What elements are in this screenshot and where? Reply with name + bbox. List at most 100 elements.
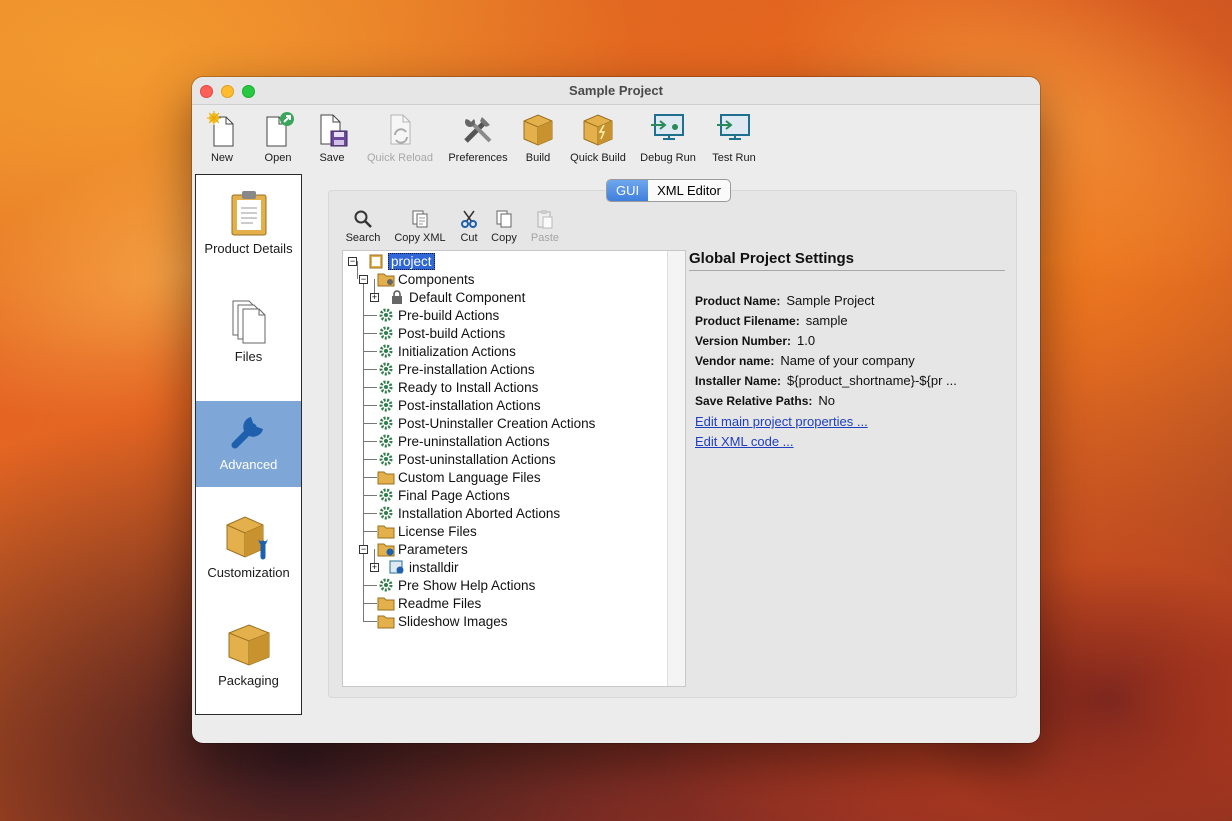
tree-node-label: project [388, 252, 435, 270]
title-bar: Sample Project [192, 77, 1040, 105]
property-label: Installer Name: [695, 374, 782, 388]
debug-monitor-icon [636, 111, 700, 147]
window-title: Sample Project [569, 83, 663, 98]
sidebar-item-packaging[interactable]: Packaging [196, 617, 301, 703]
tree-node-default-component[interactable]: Default Component [388, 288, 525, 306]
box-lightning-icon [566, 111, 630, 147]
wrench-icon [196, 401, 301, 457]
view-toggle: GUI XML Editor [606, 179, 731, 202]
folder-question-icon [377, 541, 395, 557]
tree-node-label: Post-Uninstaller Creation Actions [398, 415, 596, 431]
tree-node-post-build-actions[interactable]: Post-build Actions [377, 324, 505, 342]
debug-run-button[interactable]: Debug Run [636, 111, 700, 164]
expand-toggle[interactable]: + [370, 563, 379, 572]
copy-xml-button-label: Copy XML [394, 232, 446, 244]
tree-node-readme-files[interactable]: Readme Files [377, 594, 481, 612]
search-icon [343, 209, 383, 229]
tree-node-pre-show-help-actions[interactable]: Pre Show Help Actions [377, 576, 535, 594]
tree-node-label: Final Page Actions [398, 487, 510, 503]
test-run-button-label: Test Run [712, 152, 756, 164]
tab-xml-editor[interactable]: XML Editor [648, 180, 730, 201]
build-button[interactable]: Build [518, 111, 558, 164]
tree-node-parameters[interactable]: Parameters [377, 540, 468, 558]
main-toolbar: New Open Save Quick Reload Preferences B… [192, 107, 1040, 167]
sidebar-item-label: Advanced [219, 457, 278, 472]
test-run-button[interactable]: Test Run [706, 111, 762, 164]
edit-project-properties-link[interactable]: Edit main project properties ... [695, 414, 868, 429]
tree-node-post-uninstaller-creation-actions[interactable]: Post-Uninstaller Creation Actions [377, 414, 595, 432]
quick-reload-button-label: Quick Reload [366, 152, 434, 164]
property-version-number: Version Number: 1.0 [695, 333, 815, 348]
reload-icon [364, 111, 436, 147]
tree-node-license-files[interactable]: License Files [377, 522, 477, 540]
copy-button[interactable]: Copy [489, 209, 519, 244]
collapse-toggle[interactable]: − [348, 257, 357, 266]
preferences-button-label: Preferences [448, 152, 508, 164]
cut-button[interactable]: Cut [454, 209, 484, 244]
tree-node-label: Installation Aborted Actions [398, 505, 561, 521]
package-icon [196, 617, 301, 673]
tree-node-installdir[interactable]: installdir [388, 558, 459, 576]
new-button-label: New [210, 152, 233, 164]
search-button[interactable]: Search [343, 209, 383, 244]
preferences-button[interactable]: Preferences [444, 111, 512, 164]
gear-icon [377, 451, 395, 467]
quick-build-button-label: Quick Build [570, 152, 626, 164]
run-monitor-icon [706, 111, 762, 147]
tree-node-custom-language-files[interactable]: Custom Language Files [377, 468, 541, 486]
quick-build-button[interactable]: Quick Build [566, 111, 630, 164]
collapse-toggle[interactable]: − [359, 545, 368, 554]
paste-button[interactable]: Paste [528, 209, 562, 244]
tree-node-post-installation-actions[interactable]: Post-installation Actions [377, 396, 541, 414]
box-icon [518, 111, 558, 147]
tree-node-label: Ready to Install Actions [398, 379, 539, 395]
tree-node-installation-aborted-actions[interactable]: Installation Aborted Actions [377, 504, 560, 522]
sidebar-item-files[interactable]: Files [196, 293, 301, 379]
tree-node-components[interactable]: Components [377, 270, 475, 288]
section-sidebar: Product Details Files Advanced Customiza… [195, 174, 302, 715]
copy-icon [489, 209, 519, 229]
folder-icon [377, 523, 395, 539]
tree-node-slideshow-images[interactable]: Slideshow Images [377, 612, 508, 630]
tree-node-final-page-actions[interactable]: Final Page Actions [377, 486, 510, 504]
tree-node-label: Slideshow Images [398, 613, 508, 629]
open-button[interactable]: Open [258, 111, 298, 164]
property-value: ${product_shortname}-${pr ... [787, 373, 957, 388]
gear-icon [377, 379, 395, 395]
sidebar-item-advanced[interactable]: Advanced [196, 401, 301, 487]
gear-icon [377, 505, 395, 521]
property-product-filename: Product Filename: sample [695, 313, 848, 328]
gear-icon [377, 415, 395, 431]
copy-xml-button[interactable]: Copy XML [392, 209, 448, 244]
debug-run-button-label: Debug Run [640, 152, 696, 164]
tree-scrollbar[interactable] [667, 251, 685, 686]
tree-node-label: License Files [398, 523, 477, 539]
collapse-toggle[interactable]: − [359, 275, 368, 284]
property-value: No [818, 393, 836, 408]
tree-node-pre-installation-actions[interactable]: Pre-installation Actions [377, 360, 535, 378]
tree-node-label: Custom Language Files [398, 469, 541, 485]
edit-xml-code-link[interactable]: Edit XML code ... [695, 434, 794, 449]
save-button[interactable]: Save [312, 111, 352, 164]
gear-icon [377, 397, 395, 413]
sidebar-item-product-details[interactable]: Product Details [196, 185, 301, 271]
tree-node-label: Pre-installation Actions [398, 361, 535, 377]
tree-node-label: Default Component [409, 289, 526, 305]
save-button-label: Save [319, 152, 345, 164]
tree-node-initialization-actions[interactable]: Initialization Actions [377, 342, 516, 360]
new-button[interactable]: New [202, 111, 242, 164]
sidebar-item-label: Packaging [218, 673, 279, 688]
expand-toggle[interactable]: + [370, 293, 379, 302]
quick-reload-button[interactable]: Quick Reload [364, 111, 436, 164]
tab-gui[interactable]: GUI [607, 180, 649, 201]
sidebar-item-customization[interactable]: Customization [196, 509, 301, 595]
tree-node-pre-build-actions[interactable]: Pre-build Actions [377, 306, 499, 324]
tree-node-post-uninstallation-actions[interactable]: Post-uninstallation Actions [377, 450, 556, 468]
project-tree[interactable]: − − + − + project Components Default Com… [342, 250, 686, 687]
tree-node-label: Readme Files [398, 595, 482, 611]
folder-gear-icon [377, 271, 395, 287]
property-value: 1.0 [797, 333, 816, 348]
tree-node-project[interactable]: project [367, 252, 435, 270]
tree-node-ready-to-install-actions[interactable]: Ready to Install Actions [377, 378, 538, 396]
tree-node-pre-uninstallation-actions[interactable]: Pre-uninstallation Actions [377, 432, 550, 450]
